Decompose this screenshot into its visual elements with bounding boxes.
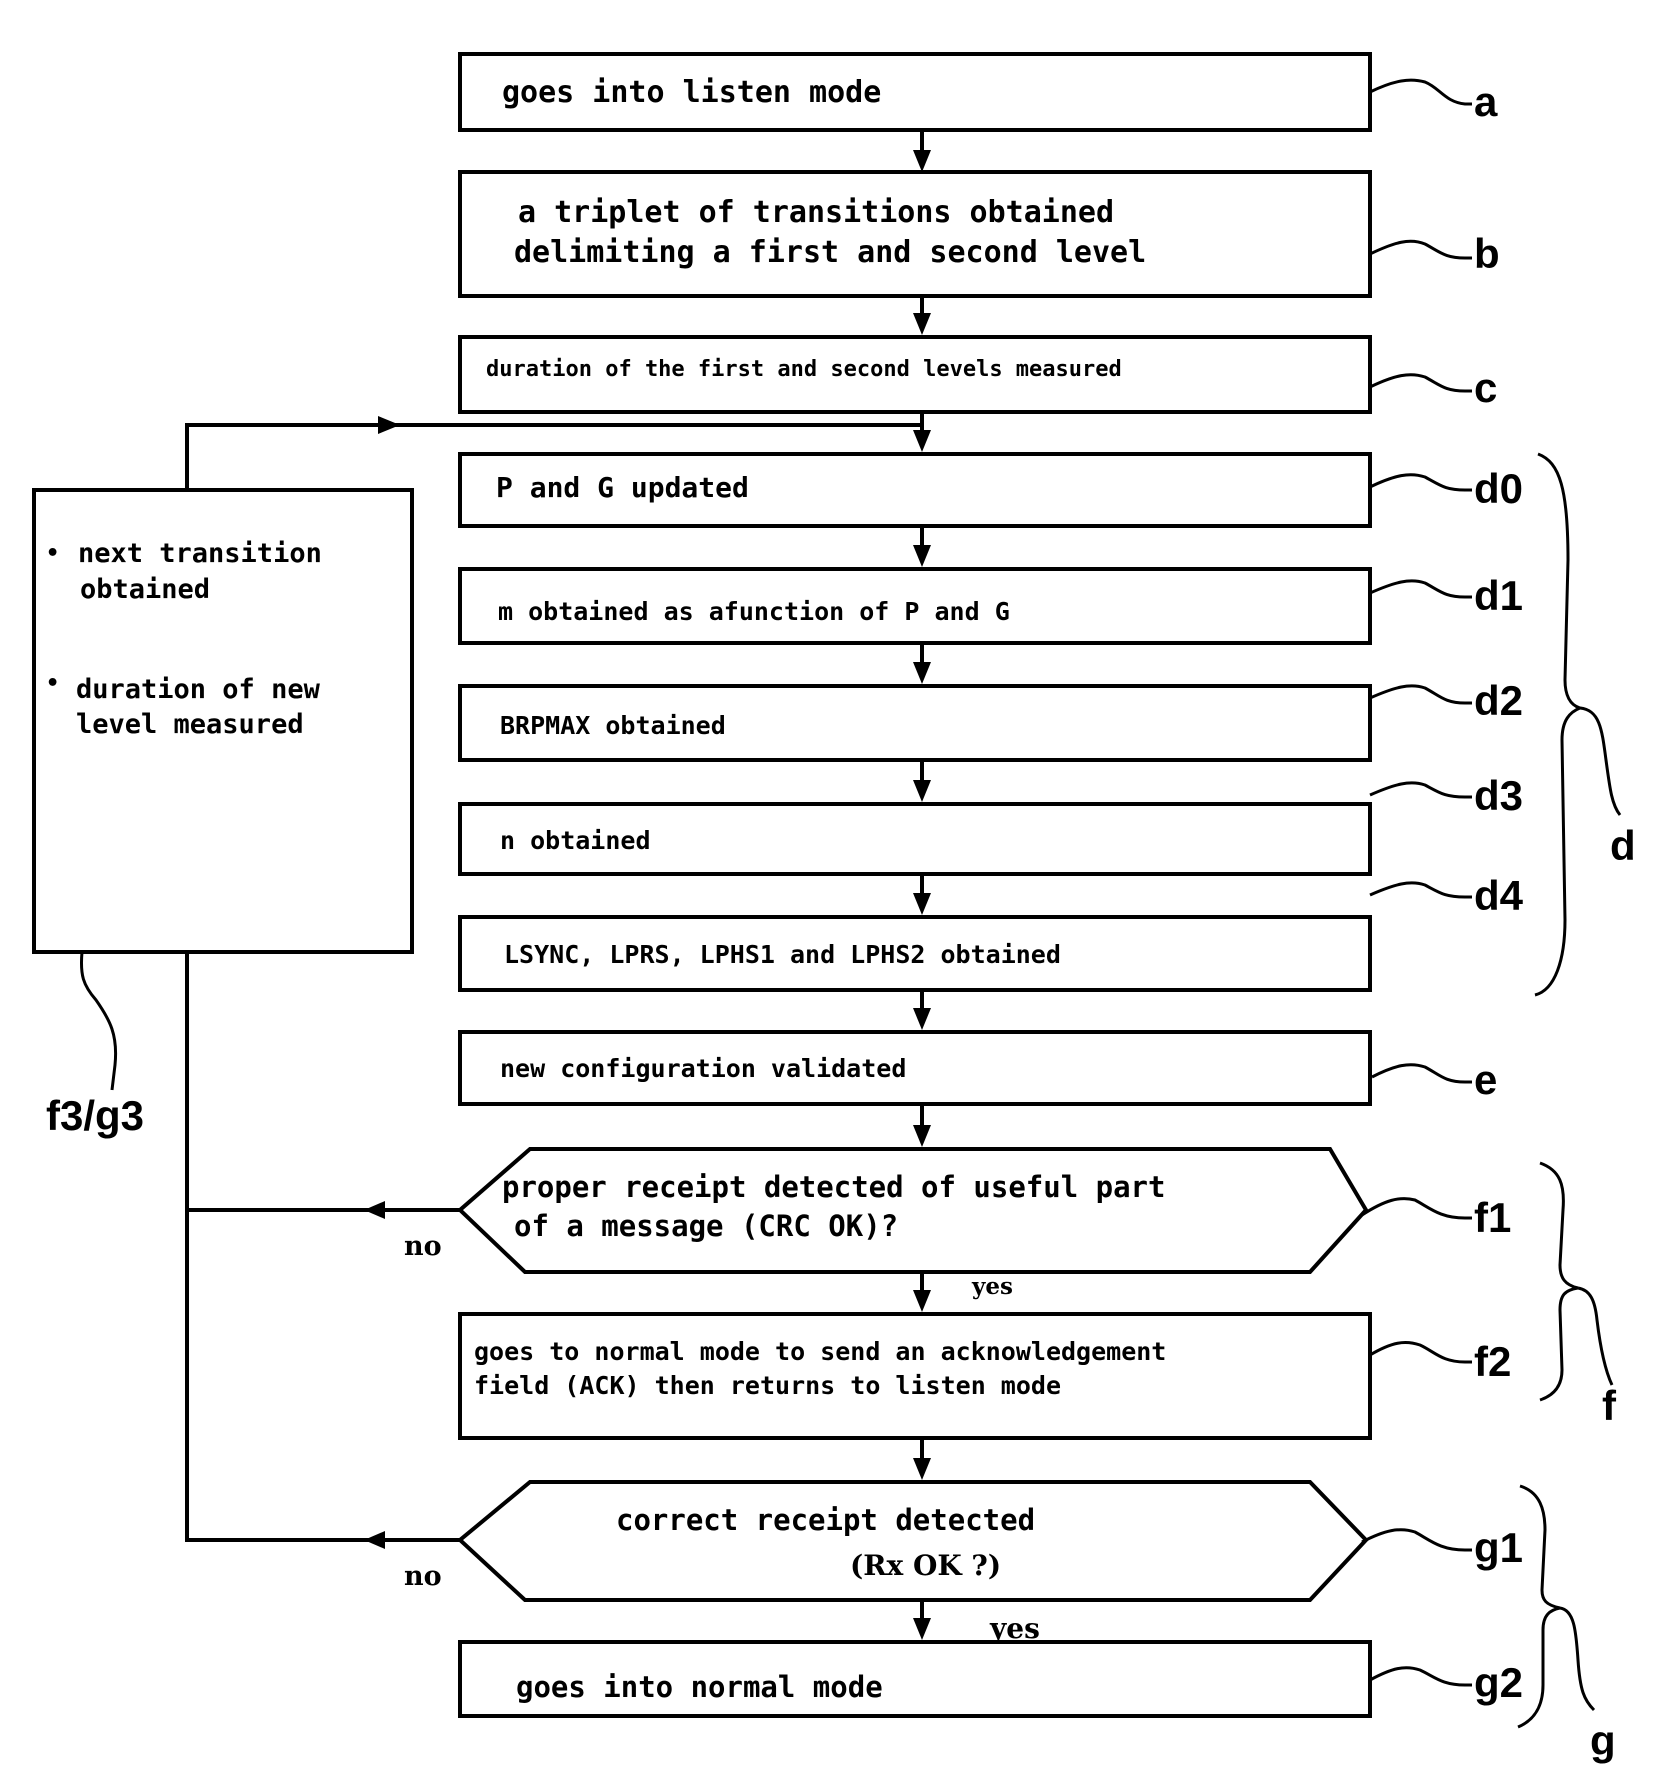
brace-d	[1534, 452, 1585, 997]
ref-label-g1: g1	[1474, 1524, 1523, 1571]
ref-label-a: a	[1474, 78, 1498, 125]
loop-bullet-2-line-1: duration of new	[76, 674, 321, 705]
bullet-dot-2: •	[46, 671, 59, 696]
step-f2-text-2: field (ACK) then returns to listen mode	[474, 1371, 1061, 1400]
leader-a	[1369, 78, 1472, 106]
arrowhead-b-c	[913, 313, 931, 335]
ref-label-e: e	[1474, 1056, 1497, 1103]
arrowhead-loop-return	[378, 416, 400, 434]
loop-bullet-1-line-2: obtained	[80, 574, 210, 605]
brace-d-leader	[1579, 706, 1622, 816]
leader-d4	[1369, 881, 1472, 899]
step-g2-text: goes into normal mode	[516, 1670, 883, 1704]
leader-d2	[1369, 684, 1472, 705]
step-labels: goes into listen mode a triplet of trans…	[474, 75, 1166, 1704]
step-b-text-2: delimiting a first and second level	[514, 235, 1146, 270]
step-e-text: new configuration validated	[500, 1054, 906, 1083]
ref-label-d1: d1	[1474, 572, 1523, 619]
ref-label-d0: d0	[1474, 465, 1523, 512]
loop-bullet-2-line-2: level measured	[76, 709, 304, 740]
step-a-text: goes into listen mode	[502, 75, 881, 110]
leader-b	[1369, 239, 1472, 260]
leader-g2	[1369, 1666, 1472, 1687]
g1-no-label: no	[404, 1561, 442, 1592]
f1-no-label: no	[404, 1231, 442, 1262]
step-boxes	[32, 52, 1372, 1718]
loop-bullet-1-line-1: next transition	[78, 538, 322, 569]
leader-e	[1371, 1063, 1472, 1084]
ref-label-c: c	[1474, 364, 1497, 411]
brace-g	[1517, 1484, 1561, 1729]
brace-f	[1539, 1161, 1579, 1402]
brace-f-leader	[1577, 1286, 1614, 1386]
arrowhead-e-f1	[913, 1125, 931, 1147]
brace-g-leader	[1559, 1606, 1596, 1712]
ref-label-d3: d3	[1474, 772, 1523, 819]
bullet-dot-1: •	[46, 541, 59, 566]
arrowhead-d0-d1	[913, 545, 931, 567]
decision-box-g1	[456, 1480, 1369, 1602]
step-g1-text-2: (Rx OK ?)	[850, 1549, 1001, 1582]
leader-f1	[1361, 1197, 1472, 1220]
leader-d3	[1369, 781, 1472, 799]
arrowhead-f2-g1	[913, 1458, 931, 1480]
ref-label-d2: d2	[1474, 677, 1523, 724]
ref-label-f2: f2	[1474, 1338, 1511, 1385]
step-d2-text: BRPMAX obtained	[500, 711, 726, 740]
step-d0-text: P and G updated	[496, 471, 749, 504]
flowchart: goes into listen mode a triplet of trans…	[32, 52, 1636, 1764]
leader-d0	[1369, 473, 1472, 492]
step-b-text-1: a triplet of transitions obtained	[518, 195, 1114, 230]
arrowhead-a-b	[913, 150, 931, 172]
group-label-f: f	[1602, 1382, 1617, 1429]
step-f1-text-2: of a message (CRC OK)?	[514, 1209, 898, 1243]
group-label-d: d	[1610, 822, 1636, 869]
ref-label-d4: d4	[1474, 872, 1524, 919]
arrowhead-c-d0	[913, 430, 931, 452]
step-g1-text-1: correct receipt detected	[616, 1503, 1035, 1537]
ref-label-f3-g3: f3/g3	[46, 1092, 144, 1139]
leader-f3-g3	[79, 951, 118, 1091]
ref-label-g2: g2	[1474, 1659, 1523, 1706]
arrowhead-d3-d4	[913, 893, 931, 915]
step-box-b	[458, 170, 1372, 298]
leader-c	[1369, 373, 1472, 393]
g1-yes-label: yes	[989, 1612, 1040, 1645]
arrowhead-f1-f2	[913, 1290, 931, 1312]
step-f2-text-1: goes to normal mode to send an acknowled…	[474, 1337, 1166, 1366]
leader-d1	[1369, 579, 1472, 599]
arrowhead-d1-d2	[913, 662, 931, 684]
group-braces: d f g	[1517, 452, 1636, 1764]
leader-g1	[1361, 1528, 1472, 1552]
group-label-g: g	[1590, 1717, 1616, 1764]
step-d1-text: m obtained as afunction of P and G	[498, 597, 1010, 626]
step-c-text: duration of the first and second levels …	[486, 357, 1122, 382]
ref-label-b: b	[1474, 230, 1500, 277]
ref-label-f1: f1	[1474, 1194, 1511, 1241]
arrowhead-d4-e	[913, 1008, 931, 1030]
f1-yes-label: yes	[971, 1273, 1013, 1300]
leader-f2	[1369, 1341, 1472, 1364]
arrowhead-d2-d3	[913, 780, 931, 802]
step-f1-text-1: proper receipt detected of useful part	[502, 1170, 1165, 1204]
arrowhead-no-f1	[364, 1201, 385, 1219]
step-d3-text: n obtained	[500, 826, 651, 855]
step-d4-text: LSYNC, LPRS, LPHS1 and LPHS2 obtained	[504, 940, 1061, 969]
arrowhead-no-g1	[364, 1531, 385, 1549]
arrowhead-g1-g2	[913, 1618, 931, 1640]
